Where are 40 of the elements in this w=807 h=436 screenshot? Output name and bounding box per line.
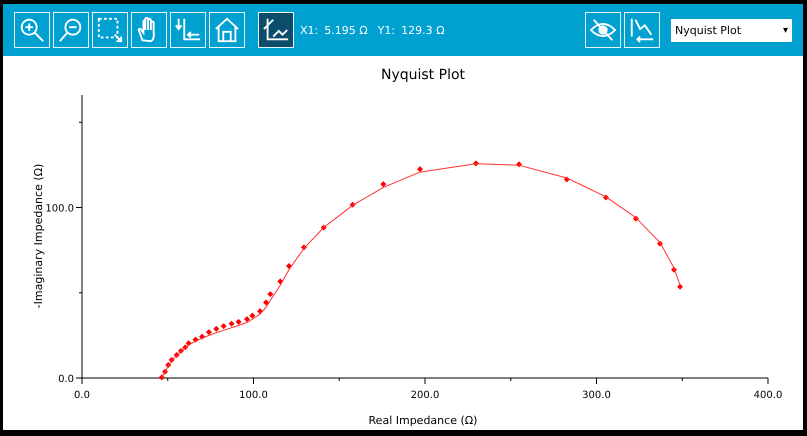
data-point [632, 216, 639, 222]
cursor-label: Y1: [378, 24, 396, 36]
tool-button[interactable] [258, 12, 294, 48]
data-point [677, 284, 684, 290]
data-point [564, 176, 570, 182]
zoom-in-icon [18, 16, 46, 44]
x-tick-label: 200.0 [410, 390, 440, 401]
data-point [267, 291, 274, 298]
y-tick-label: 0.0 [58, 374, 74, 385]
chart-title: Nyquist Plot [380, 67, 466, 83]
data-point [263, 299, 270, 306]
data-point [671, 266, 678, 273]
data-point [516, 161, 522, 168]
home-icon [213, 16, 241, 44]
data-point [300, 244, 307, 250]
data-point [350, 202, 356, 208]
data-point [656, 240, 663, 247]
dropdown-arrow-icon: ▾ [782, 24, 788, 36]
data-point [277, 278, 284, 284]
y-axis-title: -Imaginary Impedance (Ω) [32, 164, 45, 308]
chart-arrow-icon [628, 16, 656, 44]
x-axis-title: Real Impedance (Ω) [368, 414, 478, 427]
x-tick-label: 400.0 [754, 390, 782, 401]
x-tick-label: 100.0 [239, 390, 268, 401]
data-point [286, 263, 292, 269]
data-point [602, 194, 609, 200]
x-tick-label: 300.0 [582, 390, 611, 401]
data-point [417, 166, 424, 172]
data-point [472, 160, 479, 166]
cursor-value: 129.3 Ω [401, 24, 444, 36]
data-point [257, 308, 264, 314]
y-tick-label: 100.0 [45, 204, 74, 215]
eye-crossed-icon [589, 16, 617, 44]
data-point [380, 181, 386, 188]
selection-icon [96, 16, 124, 44]
cursor-value: 5.195 Ω [324, 24, 368, 36]
x-tick-label: 0.0 [74, 390, 90, 401]
plot-dropdown[interactable]: Nyquist Plot ▾ [671, 18, 792, 42]
cursor-label: X1: [300, 24, 318, 36]
data-point [320, 224, 327, 231]
